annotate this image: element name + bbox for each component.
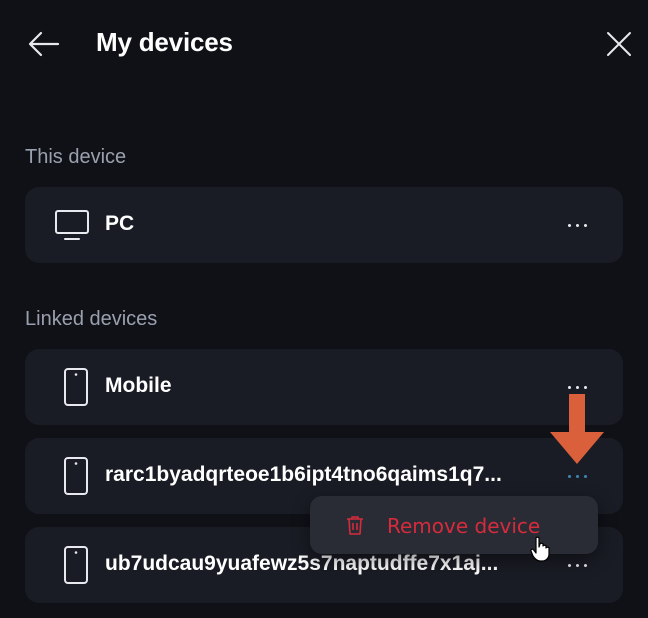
device-name: ub7udcau9yuafewz5s7naptudffe7x1aj... bbox=[105, 552, 499, 575]
section-label-linked-devices: Linked devices bbox=[25, 308, 158, 330]
page-title: My devices bbox=[96, 27, 233, 57]
close-icon bbox=[607, 32, 631, 56]
close-button[interactable] bbox=[602, 28, 636, 62]
context-menu: Remove device bbox=[310, 496, 598, 554]
device-card-pc: PC bbox=[25, 187, 623, 263]
annotation-arrow-icon bbox=[550, 394, 604, 464]
device-name: rarc1byadqrteoe1b6ipt4tno6qaims1q7... bbox=[105, 463, 502, 486]
my-devices-panel: My devices This device PC Linked devices bbox=[0, 0, 648, 618]
trash-icon bbox=[347, 516, 363, 535]
hand-cursor-icon bbox=[530, 536, 550, 562]
more-dots-icon bbox=[567, 563, 571, 567]
device-card-mobile: Mobile bbox=[25, 349, 623, 425]
more-options-button[interactable] bbox=[562, 464, 592, 488]
section-label-this-device: This device bbox=[25, 146, 127, 168]
more-options-button[interactable] bbox=[562, 213, 592, 237]
more-options-button[interactable] bbox=[562, 553, 592, 577]
monitor-icon bbox=[53, 205, 93, 245]
remove-device-button[interactable]: Remove device bbox=[310, 496, 598, 554]
remove-device-label: Remove device bbox=[387, 514, 541, 538]
device-name: PC bbox=[105, 212, 135, 235]
device-name: Mobile bbox=[105, 374, 172, 397]
back-button[interactable] bbox=[26, 28, 62, 64]
phone-icon bbox=[53, 456, 93, 496]
more-dots-icon bbox=[567, 223, 571, 227]
more-dots-icon bbox=[567, 474, 571, 478]
arrow-left-icon bbox=[28, 31, 60, 57]
phone-icon bbox=[53, 367, 93, 407]
more-dots-icon bbox=[567, 385, 571, 389]
phone-icon bbox=[53, 545, 93, 585]
header: My devices bbox=[0, 0, 648, 90]
